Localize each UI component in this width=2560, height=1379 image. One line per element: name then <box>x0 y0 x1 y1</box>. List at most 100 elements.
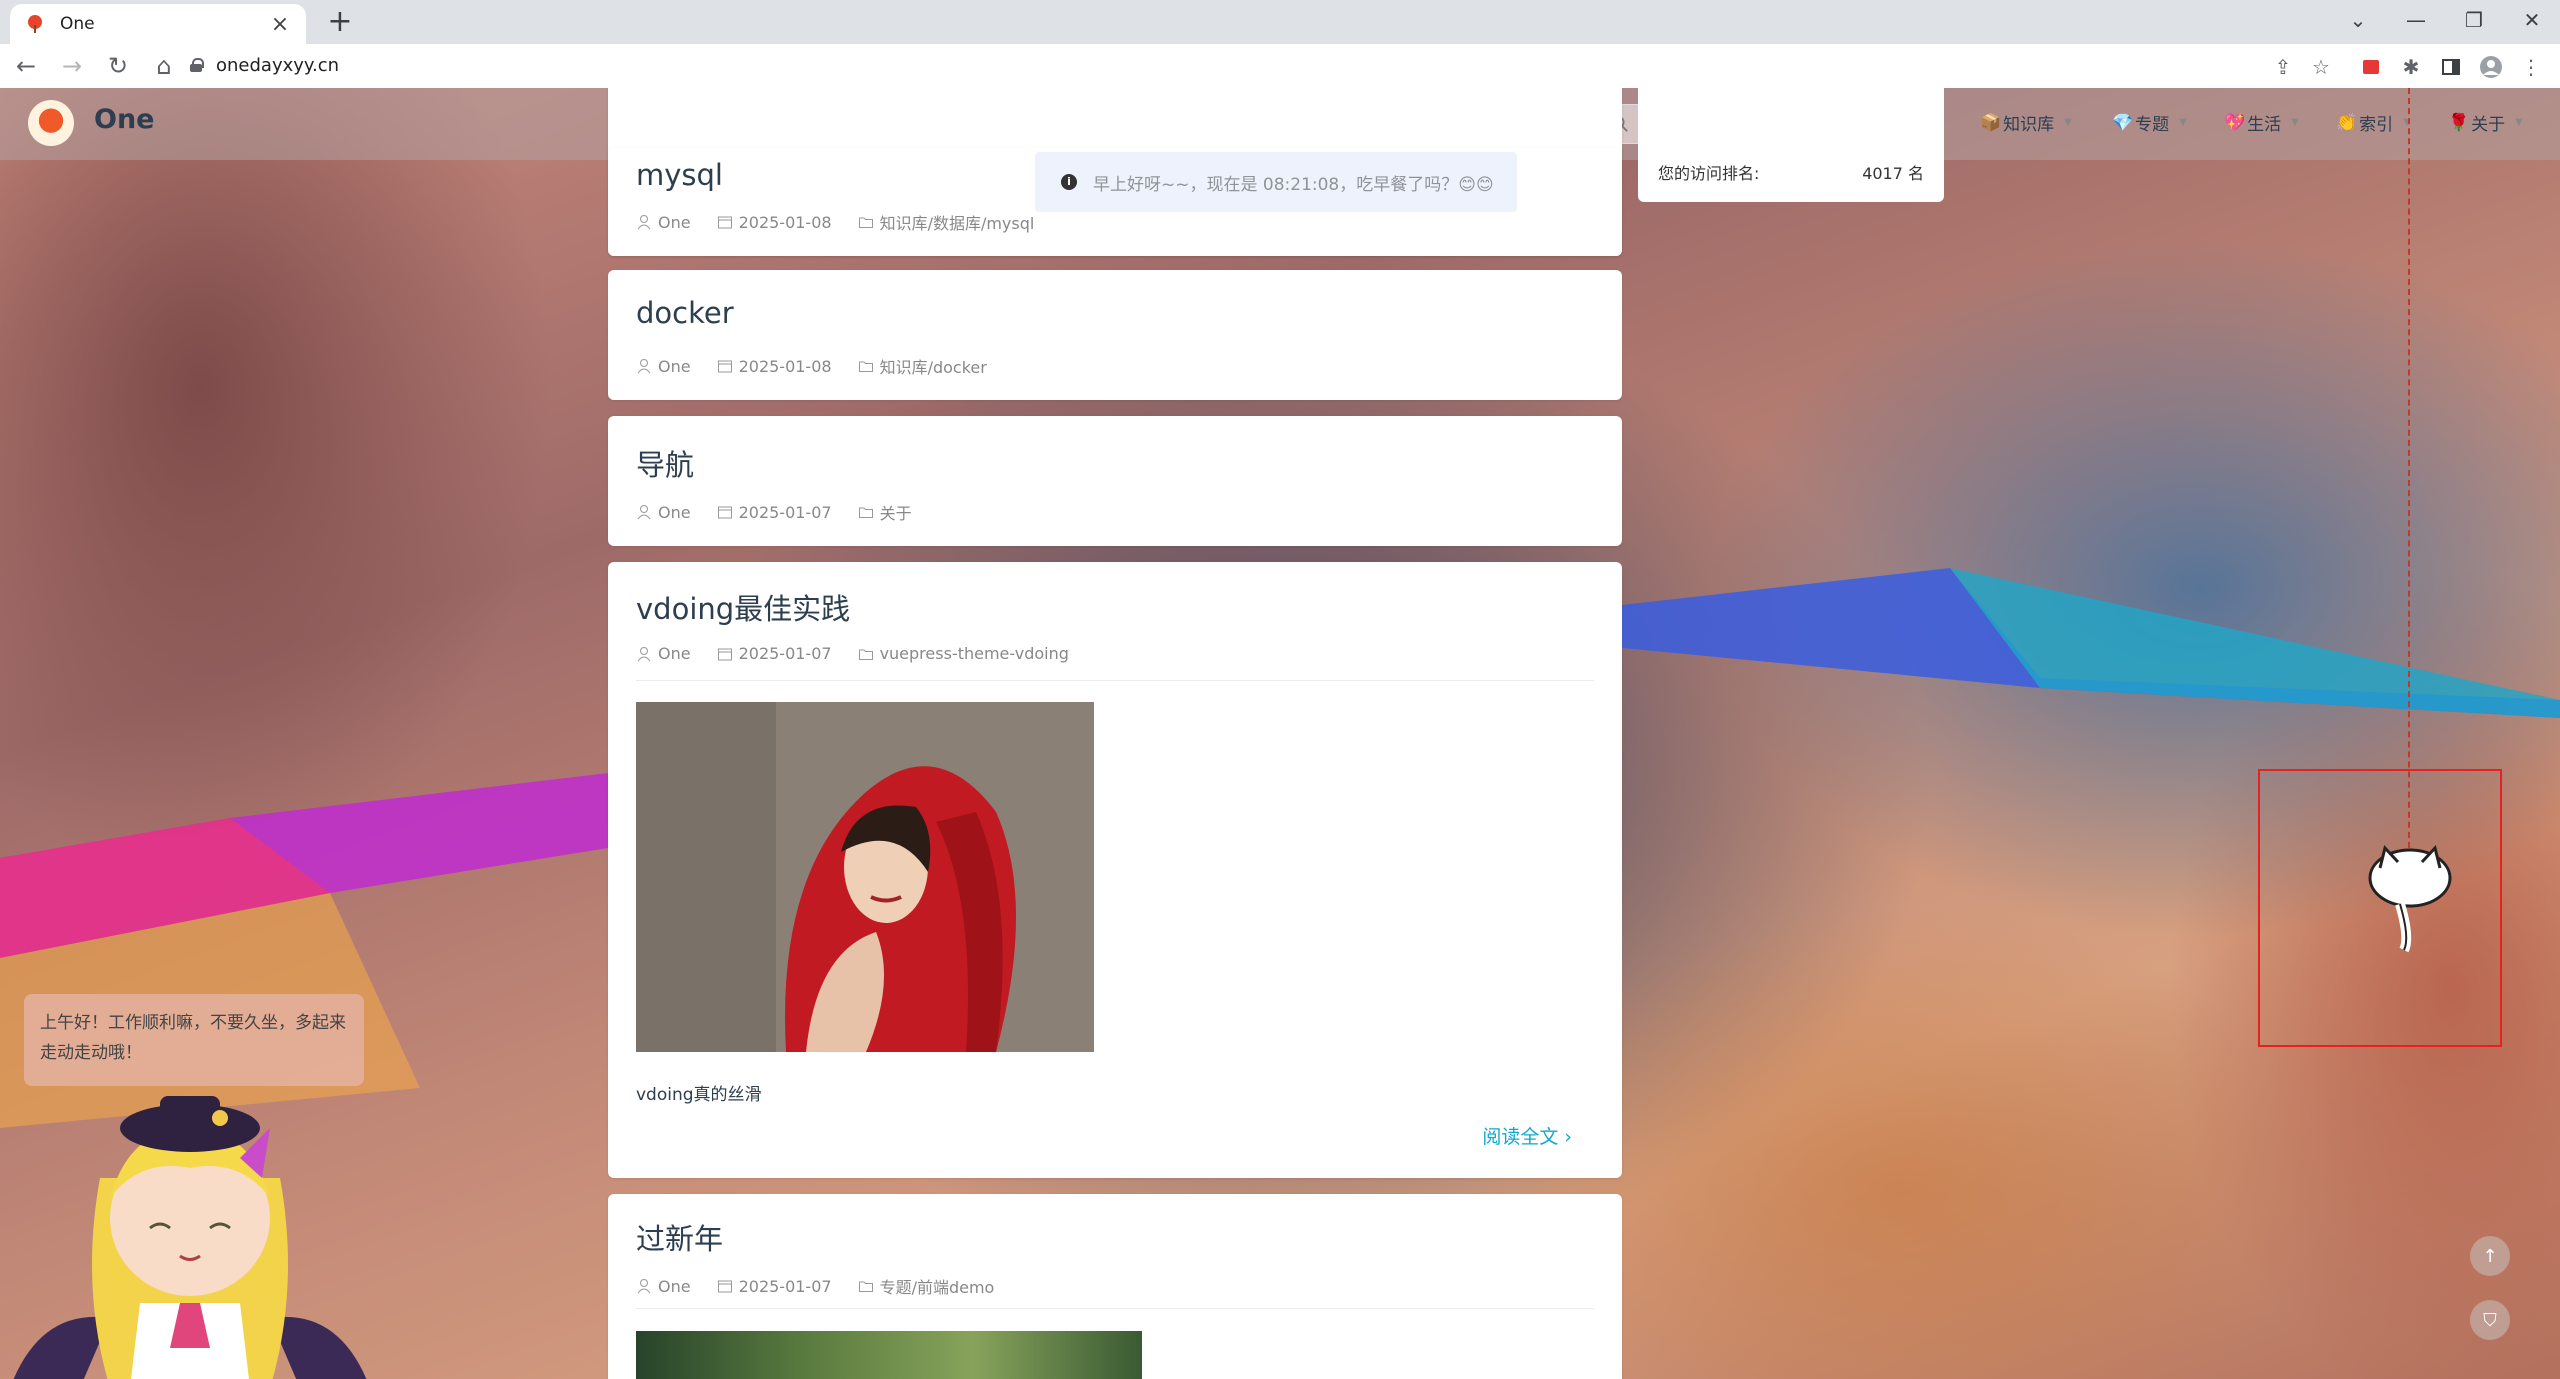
side-panel-icon[interactable] <box>2436 52 2466 82</box>
user-icon <box>637 1279 651 1294</box>
post-category[interactable]: 知识库/数据库/mysql <box>880 210 1035 234</box>
nav-item-topics[interactable]: 💎 专题 ▼ <box>2112 110 2187 136</box>
lock-icon <box>190 58 204 72</box>
toast-text: 早上好呀~~，现在是 08:21:08，吃早餐了吗？😊😊 <box>1093 174 1494 195</box>
address-bar[interactable]: onedayxyy.cn <box>172 46 2342 84</box>
rank-label: 您的访问排名: <box>1658 164 1760 183</box>
visitor-rank-card: 您的访问排名: 4017 名 <box>1638 88 1944 202</box>
post-meta: One 2025-01-07 专题/前端demo <box>636 1274 1020 1298</box>
folder-icon <box>858 649 873 660</box>
nav-item-life[interactable]: 💖 生活 ▼ <box>2224 110 2299 136</box>
reload-icon[interactable]: ↻ <box>98 46 138 86</box>
rank-value: 4017 名 <box>1862 164 1924 183</box>
chevron-down-icon: ▼ <box>2291 117 2299 128</box>
chevron-down-icon: ▼ <box>2179 117 2187 128</box>
bookmark-star-icon[interactable]: ☆ <box>2306 52 2336 82</box>
user-icon <box>637 505 651 520</box>
new-tab-icon[interactable]: + <box>322 4 358 40</box>
post-divider <box>636 680 1594 681</box>
post-title[interactable]: 导航 <box>636 442 694 484</box>
post-title[interactable]: 过新年 <box>636 1216 723 1258</box>
rose-icon: 🌹 <box>2448 112 2470 133</box>
post-author[interactable]: One <box>658 1277 691 1296</box>
post-category[interactable]: 专题/前端demo <box>880 1274 995 1298</box>
post-author[interactable]: One <box>658 357 691 376</box>
post-title[interactable]: vdoing最佳实践 <box>636 586 850 628</box>
read-more-link[interactable]: 阅读全文 › <box>1482 1122 1572 1149</box>
nav-item-about[interactable]: 🌹 关于 ▼ <box>2448 110 2523 136</box>
post-meta: One 2025-01-07 vuepress-theme-vdoing <box>636 644 1095 663</box>
window-close-icon[interactable]: ✕ <box>2504 0 2560 40</box>
browser-toolbar: ← → ↻ ⌂ onedayxyy.cn ⇪ ☆ ✱ ⋮ <box>0 44 2560 88</box>
post-category[interactable]: 知识库/docker <box>880 354 987 378</box>
post-author[interactable]: One <box>658 644 691 663</box>
folder-icon <box>858 217 873 228</box>
post-card-newyear: 过新年 One 2025-01-07 专题/前端demo <box>608 1194 1622 1379</box>
mascot-speech-bubble: 上午好！工作顺利嘛，不要久坐，多起来走动走动哦！ <box>24 994 364 1086</box>
restore-icon[interactable]: ❐ <box>2446 0 2502 40</box>
post-date: 2025-01-08 <box>738 356 832 376</box>
calendar-icon <box>717 506 732 519</box>
minimize-icon[interactable]: — <box>2388 0 2444 40</box>
post-meta: One 2025-01-08 知识库/docker <box>636 354 1013 378</box>
post-card-nav: 导航 One 2025-01-07 关于 <box>608 416 1622 546</box>
post-meta: One 2025-01-08 知识库/数据库/mysql <box>636 210 1060 234</box>
page-viewport: One 🏠首页▼ 📦知识库▼ 💎专题▼ 💖生活▼ 👏索引▼ 🌹关于▼ 您的访问排… <box>0 88 2560 1379</box>
menu-kebab-icon[interactable]: ⋮ <box>2516 52 2546 82</box>
package-icon: 📦 <box>1980 112 2002 133</box>
post-card-vdoing: vdoing最佳实践 One 2025-01-07 vuepress-theme… <box>608 562 1622 1178</box>
calendar-icon <box>717 360 732 373</box>
post-date: 2025-01-07 <box>738 1276 832 1296</box>
tab-close-icon[interactable]: × <box>268 12 292 37</box>
calendar-icon <box>717 648 732 660</box>
browser-tabbar: One × + ⌄ — ❐ ✕ <box>0 0 2560 44</box>
nav-item-knowledge[interactable]: 📦 知识库 ▼ <box>1980 110 2072 136</box>
site-logo-icon[interactable] <box>28 100 74 146</box>
gem-icon: 💎 <box>2112 112 2134 133</box>
greeting-toast: i 早上好呀~~，现在是 08:21:08，吃早餐了吗？😊😊 <box>1035 152 1517 212</box>
chevron-down-icon: ▼ <box>2515 117 2523 128</box>
extension-red-icon[interactable] <box>2356 52 2386 82</box>
post-title[interactable]: mysql <box>636 158 723 192</box>
cat-hanging-string <box>2408 88 2410 868</box>
forward-icon[interactable]: → <box>52 46 92 86</box>
extensions-puzzle-icon[interactable]: ✱ <box>2396 52 2426 82</box>
post-cover-image[interactable] <box>636 702 1094 1052</box>
post-date: 2025-01-08 <box>738 212 832 232</box>
browser-tab[interactable]: One × <box>10 4 306 44</box>
post-title[interactable]: docker <box>636 296 734 330</box>
site-name[interactable]: One <box>94 104 155 135</box>
nav-item-index[interactable]: 👏 索引 ▼ <box>2336 110 2411 136</box>
post-category[interactable]: vuepress-theme-vdoing <box>880 644 1069 663</box>
user-icon <box>637 646 651 661</box>
post-author[interactable]: One <box>658 503 691 522</box>
tab-search-icon[interactable]: ⌄ <box>2330 0 2386 40</box>
post-cover-image[interactable] <box>636 1331 1142 1379</box>
post-date: 2025-01-07 <box>738 644 832 663</box>
post-summary: vdoing真的丝滑 <box>636 1085 762 1105</box>
user-icon <box>637 215 651 230</box>
tab-title: One <box>60 14 95 34</box>
mascot-character[interactable] <box>0 1088 380 1379</box>
woman-red-hood-image <box>636 702 1094 1052</box>
clap-icon: 👏 <box>2336 112 2358 133</box>
share-icon[interactable]: ⇪ <box>2268 52 2298 82</box>
chevron-right-icon: › <box>1564 1126 1572 1148</box>
post-card-docker: docker One 2025-01-08 知识库/docker <box>608 270 1622 400</box>
post-author[interactable]: One <box>658 213 691 232</box>
calendar-icon <box>717 1280 732 1293</box>
theme-shirt-icon[interactable]: ⛉ <box>2470 1300 2510 1340</box>
folder-icon <box>858 507 873 518</box>
hanging-cat-icon[interactable] <box>2360 838 2460 958</box>
folder-icon <box>858 361 873 372</box>
post-date: 2025-01-07 <box>738 502 832 522</box>
info-icon: i <box>1061 174 1077 190</box>
folder-icon <box>858 1281 873 1292</box>
back-icon[interactable]: ← <box>6 46 46 86</box>
calendar-icon <box>717 216 732 229</box>
tree-favicon-icon <box>24 13 46 35</box>
post-meta: One 2025-01-07 关于 <box>636 500 938 524</box>
post-category[interactable]: 关于 <box>880 500 912 524</box>
back-to-top-icon[interactable]: ↑ <box>2470 1236 2510 1276</box>
profile-avatar-icon[interactable] <box>2476 52 2506 82</box>
